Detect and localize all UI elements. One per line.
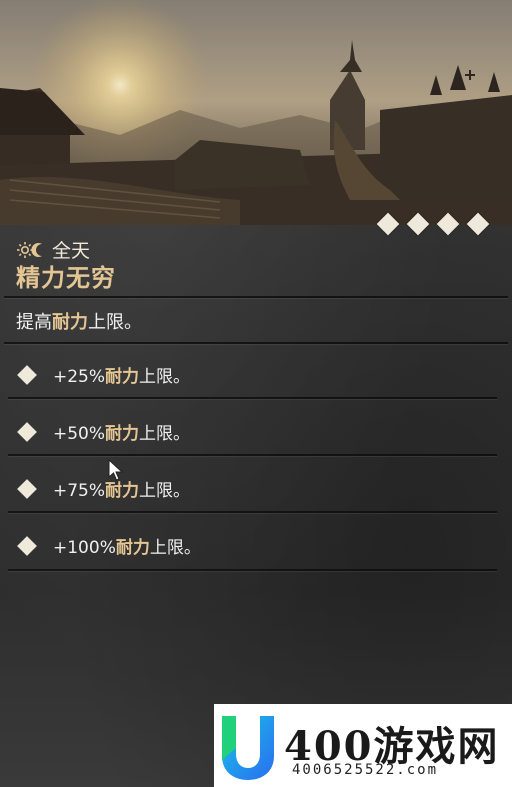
tier-diamond-icon	[17, 478, 37, 499]
tier-diamond-icon	[17, 364, 37, 385]
divider	[8, 397, 497, 399]
skill-title: 精力无穷	[16, 264, 116, 292]
rarity-diamond-icon	[406, 212, 430, 236]
tier-text: +25%耐力上限。	[53, 362, 190, 387]
tier-value: +50%	[53, 424, 106, 444]
description-suffix: 上限。	[88, 312, 142, 333]
tier-diamond-icon	[17, 421, 37, 442]
description-prefix: 提高	[16, 312, 52, 333]
rarity-indicator	[376, 212, 490, 236]
tier-keyword: 耐力	[105, 367, 140, 387]
mouse-cursor-icon	[108, 459, 124, 481]
tier-row: +75%耐力上限。	[16, 476, 190, 501]
rarity-diamond-icon	[376, 212, 400, 236]
tier-suffix: 上限。	[149, 538, 201, 558]
skill-card: 全天 精力无穷 提高耐力上限。 +25%耐力上限。 +50%耐力上限。 +75%…	[0, 0, 512, 787]
tier-suffix: 上限。	[139, 481, 191, 501]
tier-keyword: 耐力	[105, 424, 140, 444]
skill-description: 提高耐力上限。	[16, 308, 142, 334]
tier-row: +50%耐力上限。	[16, 419, 190, 444]
sun-moon-icon	[17, 241, 42, 258]
watermark-logo-icon	[222, 716, 274, 780]
description-keyword: 耐力	[52, 312, 88, 333]
tier-keyword: 耐力	[115, 538, 150, 558]
tier-text: +100%耐力上限。	[53, 533, 201, 558]
tier-value: +25%	[53, 367, 106, 387]
divider	[4, 296, 508, 298]
divider	[8, 454, 497, 456]
tier-row: +100%耐力上限。	[16, 533, 201, 558]
tier-text: +50%耐力上限。	[53, 419, 190, 444]
tier-row: +25%耐力上限。	[16, 362, 190, 387]
rarity-diamond-icon	[466, 212, 490, 236]
tier-diamond-icon	[17, 535, 37, 556]
tier-value: +100%	[53, 538, 116, 558]
watermark: 400游戏网 4006525522.com	[214, 704, 512, 787]
rarity-diamond-icon	[436, 212, 460, 236]
tier-value: +75%	[53, 481, 106, 501]
tier-suffix: 上限。	[139, 367, 191, 387]
divider	[8, 511, 497, 513]
divider	[8, 569, 497, 571]
watermark-site: 4006525522.com	[292, 762, 439, 778]
tier-keyword: 耐力	[105, 481, 140, 501]
skill-banner-image	[0, 0, 512, 225]
divider	[4, 342, 508, 344]
tier-suffix: 上限。	[139, 424, 191, 444]
